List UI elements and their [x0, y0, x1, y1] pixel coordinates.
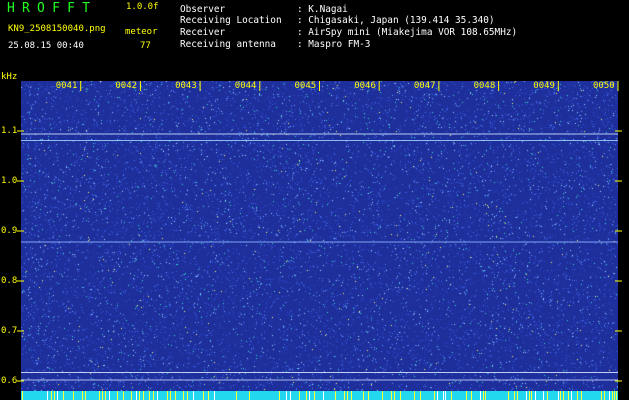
receiver-value: : AirSpy mini (Miakejima VOR 108.65MHz): [297, 27, 518, 38]
x-tick-label: 0042: [115, 81, 138, 91]
bottom-strip-ticks: [22, 391, 617, 400]
x-tick-label: 0047: [413, 81, 436, 91]
x-tick-label: 0050: [593, 81, 615, 91]
meteor-count: 77: [140, 41, 151, 51]
x-tick-label: 0041: [55, 81, 78, 91]
meteor-label: meteor: [125, 27, 158, 37]
y-tick-label: 0.9: [1, 226, 18, 236]
app-title: HROFFT: [7, 1, 98, 16]
filename-label: KN9_2508150040.png: [8, 24, 106, 34]
x-tick-label: 0043: [175, 81, 197, 91]
antenna-key: Receiving antenna: [180, 39, 276, 50]
x-tick-label: 0046: [354, 81, 376, 91]
x-tick-label: 0044: [234, 81, 257, 91]
y-axis-unit-label: kHz: [1, 72, 18, 82]
version-label: 1.0.0f: [126, 2, 159, 12]
x-tick-label: 0045: [294, 81, 317, 91]
y-tick-label: 1.0: [1, 176, 18, 186]
antenna-value: : Maspro FM-3: [297, 39, 371, 50]
observer-value: : K.Nagai: [297, 4, 348, 15]
receiver-key: Receiver: [180, 27, 226, 38]
y-tick-label: 0.8: [1, 276, 18, 286]
observer-key: Observer: [180, 4, 226, 15]
location-value: : Chigasaki, Japan (139.414 35.340): [297, 15, 495, 26]
timestamp-label: 25.08.15 00:40: [8, 41, 84, 51]
y-tick-label: 0.6: [1, 376, 18, 386]
location-key: Receiving Location: [180, 15, 282, 26]
y-tick-label: 0.7: [1, 326, 18, 336]
spectrogram-plot: [17, 81, 622, 391]
x-tick-label: 0049: [533, 81, 555, 91]
y-tick-label: 1.1: [1, 126, 18, 136]
x-tick-label: 0048: [473, 81, 496, 91]
hrofft-window: HROFFT 1.0.0f KN9_2508150040.png meteor …: [0, 0, 629, 400]
spectrogram-overlay: [17, 81, 622, 382]
